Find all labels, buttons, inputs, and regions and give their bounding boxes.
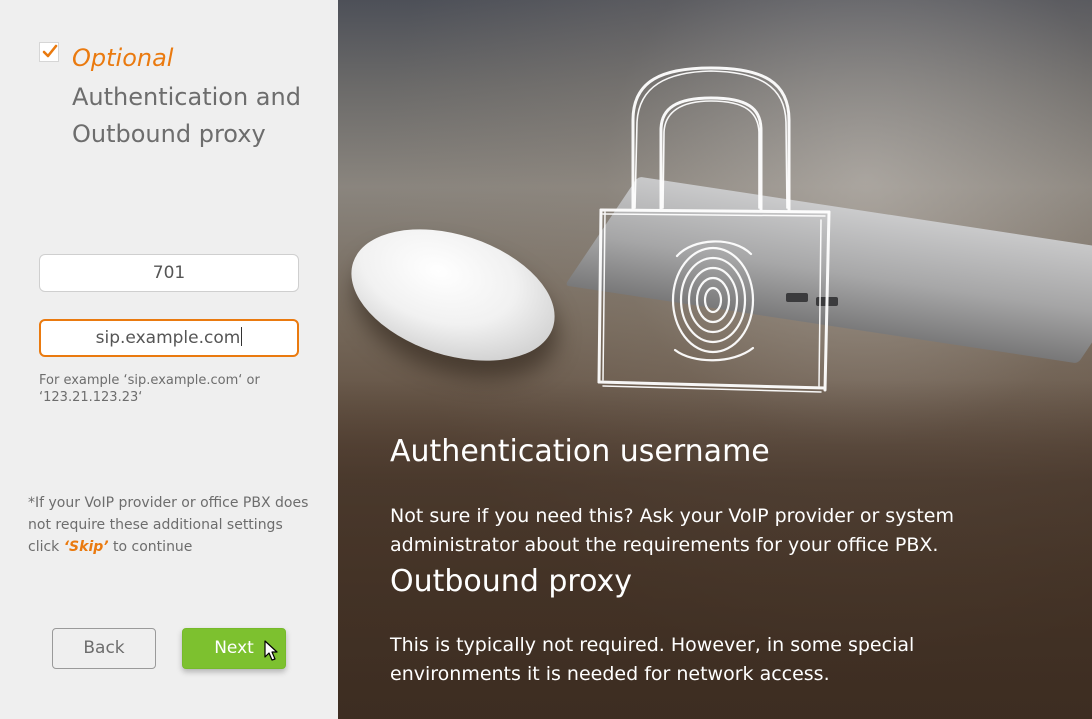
proxy-hint: For example ‘sip.example.com‘ or ‘123.21… (39, 373, 260, 405)
auth-username-heading: Authentication username (390, 434, 770, 469)
padlock-fingerprint-icon (597, 66, 831, 393)
auth-username-text: Not sure if you need this? Ask your VoIP… (390, 505, 954, 556)
auth-username-value: 701 (152, 263, 186, 283)
auth-username-input[interactable]: 701 (39, 254, 299, 292)
back-button[interactable]: Back (52, 628, 156, 669)
outbound-proxy-input[interactable]: sip.example.com (39, 319, 299, 357)
optional-label: Optional (72, 44, 174, 72)
skip-link[interactable]: ‘Skip’ (64, 539, 109, 555)
optional-checkbox[interactable] (39, 42, 59, 62)
step-title: Authentication and Outbound proxy (72, 83, 301, 148)
skip-note: *If your VoIP provider or office PBX doe… (28, 492, 318, 558)
wizard-sidebar: Optional Authentication and Outbound pro… (0, 0, 338, 719)
outbound-proxy-text: This is typically not required. However,… (390, 634, 915, 685)
outbound-proxy-value: sip.example.com (95, 328, 241, 348)
info-panel: Authentication username Not sure if you … (338, 0, 1092, 719)
text-caret (241, 327, 243, 346)
skip-note-after: to continue (108, 539, 193, 555)
mouse-pointer-icon (264, 640, 278, 661)
outbound-proxy-heading: Outbound proxy (390, 564, 633, 599)
checkmark-icon (42, 44, 58, 58)
